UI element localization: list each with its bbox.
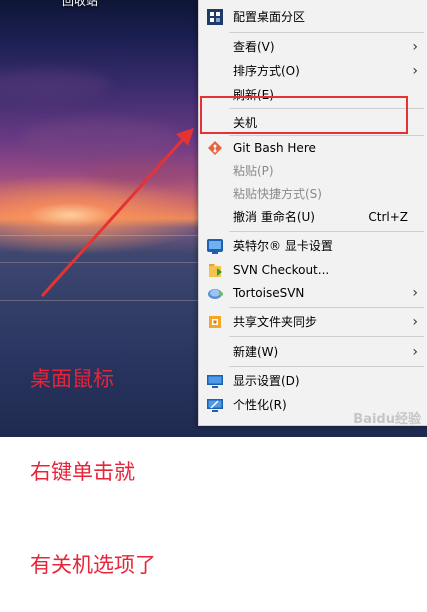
menu-item-label: 显示设置(D) [233,374,300,388]
context-menu: 配置桌面分区 查看(V) › 排序方式(O) › 刷新(E) 关机 Git Ba… [198,0,427,426]
menu-item-label: Git Bash Here [233,141,316,155]
menu-item-label: 排序方式(O) [233,64,300,78]
menu-item-label: 粘贴(P) [233,164,274,178]
menu-separator [229,32,424,33]
menu-item-view[interactable]: 查看(V) › [199,35,427,59]
menu-item-label: 英特尔® 显卡设置 [233,239,333,253]
display-icon [207,373,223,389]
menu-separator [229,307,424,308]
menu-item-shared-folder-sync[interactable]: 共享文件夹同步 › [199,310,427,334]
menu-item-display-settings[interactable]: 显示设置(D) [199,369,427,393]
menu-item-label: SVN Checkout... [233,263,330,277]
chevron-right-icon: › [412,39,418,55]
annotation-line: 右键单击就 [30,460,135,484]
menu-item-git-bash[interactable]: Git Bash Here [199,136,427,160]
annotation-line: 有关机选项了 [30,553,156,577]
menu-item-label: 查看(V) [233,40,275,54]
git-icon [207,140,223,156]
sync-folder-icon [207,314,223,330]
annotation-text: 桌面鼠标 右键单击就 有关机选项了 [30,302,156,612]
menu-item-sort-by[interactable]: 排序方式(O) › [199,59,427,83]
chevron-right-icon: › [412,285,418,301]
menu-item-shortcut: Ctrl+Z [368,210,408,224]
menu-item-paste-shortcut[interactable]: 粘贴快捷方式(S) [199,182,427,206]
menu-item-undo-rename[interactable]: 撤消 重命名(U) Ctrl+Z [199,205,427,229]
menu-item-label: 共享文件夹同步 [233,315,318,329]
chevron-right-icon: › [412,314,418,330]
menu-separator [229,336,424,337]
menu-item-tortoisesvn[interactable]: TortoiseSVN › [199,281,427,305]
menu-separator [229,366,424,367]
svn-checkout-icon [207,262,223,278]
annotation-line: 桌面鼠标 [30,367,114,391]
shutdown-highlight-box [200,96,408,134]
menu-item-svn-checkout[interactable]: SVN Checkout... [199,258,427,282]
menu-item-label: TortoiseSVN [233,286,305,300]
menu-item-intel-graphics[interactable]: 英特尔® 显卡设置 [199,234,427,258]
menu-item-paste[interactable]: 粘贴(P) [199,159,427,183]
menu-item-configure-desktop[interactable]: 配置桌面分区 [199,5,427,29]
chevron-right-icon: › [412,63,418,79]
chevron-right-icon: › [412,344,418,360]
grid-icon [207,9,223,25]
menu-item-label: 撤消 重命名(U) [233,210,315,224]
personalize-icon [207,397,223,413]
menu-item-label: 个性化(R) [233,398,287,412]
tortoise-icon [207,285,223,301]
menu-item-new[interactable]: 新建(W) › [199,340,427,364]
menu-item-label: 粘贴快捷方式(S) [233,187,322,201]
intel-graphics-icon [207,238,223,254]
menu-item-label: 配置桌面分区 [233,10,306,24]
watermark-text: Baidu经验 [353,412,421,427]
menu-item-label: 新建(W) [233,345,279,359]
menu-separator [229,231,424,232]
